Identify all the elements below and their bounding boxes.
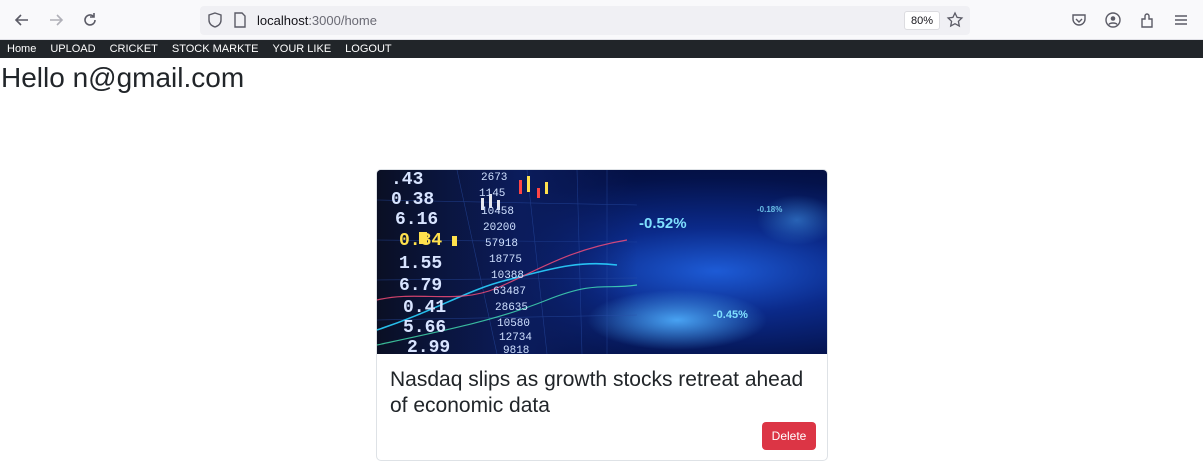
percent-change-3: -0.18% <box>757 205 782 214</box>
ticker-num-4: 20200 <box>483 222 516 234</box>
bookmark-star-icon[interactable] <box>945 10 965 30</box>
ticker-num-11: 12734 <box>499 332 532 344</box>
page-icon[interactable] <box>230 10 250 30</box>
ticker-value-3: 6.16 <box>395 210 438 230</box>
ticker-value-8: 5.66 <box>403 318 446 338</box>
url-host: localhost <box>257 13 309 28</box>
browser-toolbar: localhost:3000/home 80% <box>0 0 1203 40</box>
news-card: .43 0.38 6.16 0.34 1.55 6.79 0.41 5.66 2… <box>376 169 828 461</box>
ticker-value-1: .43 <box>391 170 423 190</box>
ticker-value-6: 6.79 <box>399 276 442 296</box>
pocket-icon[interactable] <box>1069 10 1089 30</box>
ticker-value-7: 0.41 <box>403 298 446 318</box>
zoom-level-badge[interactable]: 80% <box>904 11 941 30</box>
url-text[interactable]: localhost:3000/home <box>257 13 377 28</box>
nav-your-like[interactable]: YOUR LIKE <box>272 40 331 58</box>
address-bar[interactable]: localhost:3000/home 80% <box>200 6 970 35</box>
nav-logout[interactable]: LOGOUT <box>345 40 391 58</box>
nav-upload[interactable]: UPLOAD <box>50 40 95 58</box>
reload-icon[interactable] <box>80 10 100 30</box>
ticker-value-5: 1.55 <box>399 254 442 274</box>
ticker-value-2: 0.38 <box>391 190 434 210</box>
card-image: .43 0.38 6.16 0.34 1.55 6.79 0.41 5.66 2… <box>377 170 827 354</box>
ticker-num-1: 2673 <box>481 172 507 184</box>
ticker-num-10: 10580 <box>497 318 530 330</box>
greeting-heading: Hello n@gmail.com <box>1 62 245 93</box>
back-arrow-icon[interactable] <box>12 10 32 30</box>
ticker-num-2: 1145 <box>479 188 505 200</box>
nav-cricket[interactable]: CRICKET <box>110 40 158 58</box>
stock-ticker-illustration: .43 0.38 6.16 0.34 1.55 6.79 0.41 5.66 2… <box>377 170 827 354</box>
percent-change-2: -0.45% <box>713 309 748 321</box>
forward-arrow-icon[interactable] <box>46 10 66 30</box>
ticker-num-5: 57918 <box>485 238 518 250</box>
shield-icon[interactable] <box>205 10 225 30</box>
ticker-num-12: 9818 <box>503 345 529 354</box>
ticker-value-9: 2.99 <box>407 338 450 354</box>
ticker-num-3: 10458 <box>481 206 514 218</box>
menu-icon[interactable] <box>1171 10 1191 30</box>
ticker-num-9: 28635 <box>495 302 528 314</box>
delete-button[interactable]: Delete <box>762 422 816 450</box>
ticker-value-4: 0.34 <box>399 231 442 251</box>
nav-home[interactable]: Home <box>7 40 36 58</box>
nav-stock-market[interactable]: STOCK MARKTE <box>172 40 259 58</box>
card-title: Nasdaq slips as growth stocks retreat ah… <box>390 368 804 417</box>
ticker-num-8: 63487 <box>493 286 526 298</box>
account-icon[interactable] <box>1103 10 1123 30</box>
url-path: :3000/home <box>308 13 377 28</box>
percent-change-1: -0.52% <box>639 215 687 232</box>
ticker-num-6: 18775 <box>489 254 522 266</box>
app-navbar: Home UPLOAD CRICKET STOCK MARKTE YOUR LI… <box>0 40 1203 58</box>
extensions-icon[interactable] <box>1137 10 1157 30</box>
ticker-num-7: 10388 <box>491 270 524 282</box>
